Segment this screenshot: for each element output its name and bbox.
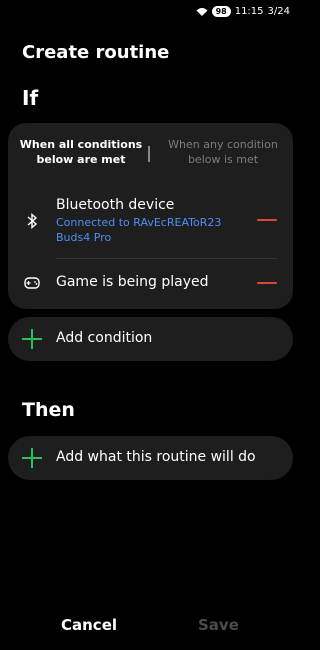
condition-game[interactable]: Game is being played <box>8 268 293 298</box>
condition-bluetooth[interactable]: Bluetooth device Connected to RAvEcREATo… <box>8 193 293 253</box>
plus-icon <box>22 448 42 468</box>
clock: 11:15 <box>234 6 264 17</box>
then-heading: Then <box>22 399 75 421</box>
add-condition-button[interactable]: Add condition <box>8 317 293 361</box>
cancel-button[interactable]: Cancel <box>61 616 117 634</box>
condition-detail: Connected to RAvEcREAToR23 Buds4 Pro <box>56 216 222 244</box>
mode-divider <box>148 146 150 162</box>
status-bar: 98 11:15 3/24 <box>196 6 290 17</box>
add-action-label: Add what this routine will do <box>56 449 256 465</box>
plus-icon <box>22 329 42 349</box>
mode-any-option[interactable]: When any condition below is met <box>158 137 288 167</box>
page-title: Create routine <box>22 42 170 63</box>
bluetooth-icon <box>24 213 40 229</box>
battery-icon: 98 <box>211 6 231 17</box>
conditions-card: When all conditions below are met When a… <box>8 123 293 309</box>
date: 3/24 <box>267 6 290 17</box>
remove-condition-button[interactable] <box>257 282 277 284</box>
condition-mode-toggle: When all conditions below are met When a… <box>8 137 293 171</box>
condition-title: Game is being played <box>56 274 209 290</box>
add-action-button[interactable]: Add what this routine will do <box>8 436 293 480</box>
if-heading: If <box>22 86 39 110</box>
remove-condition-button[interactable] <box>257 219 277 221</box>
add-condition-label: Add condition <box>56 330 153 346</box>
bottom-bar: Cancel Save <box>0 616 300 638</box>
gamepad-icon <box>24 275 40 291</box>
row-divider <box>56 258 277 259</box>
condition-title: Bluetooth device <box>56 197 175 213</box>
save-button[interactable]: Save <box>198 616 239 634</box>
wifi-icon <box>196 7 208 16</box>
mode-all-option[interactable]: When all conditions below are met <box>16 137 146 167</box>
